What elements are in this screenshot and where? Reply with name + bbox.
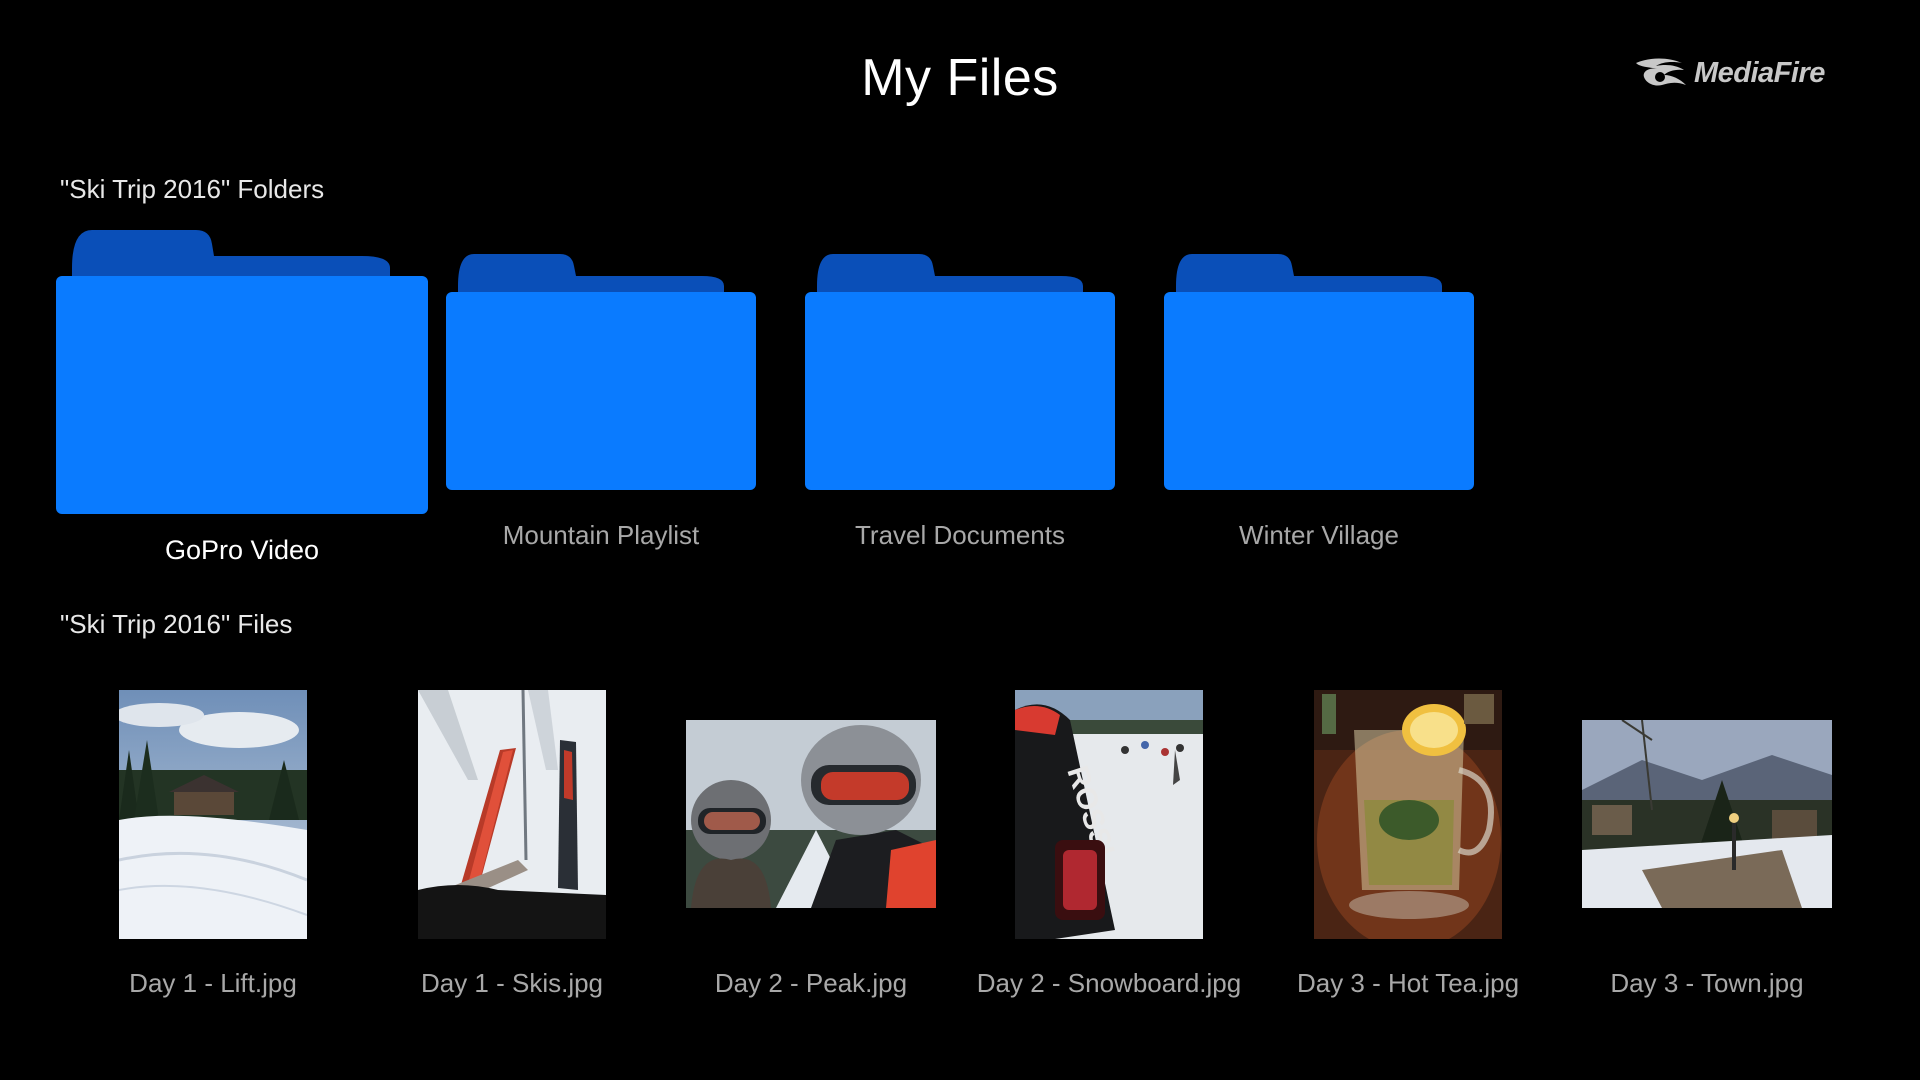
folder-label: Winter Village xyxy=(1239,520,1399,550)
hot-tea-image xyxy=(1314,690,1502,939)
folder-mountain-playlist[interactable] xyxy=(446,252,756,490)
folder-icon xyxy=(1164,254,1474,490)
screen: My Files MediaFire "Ski Trip 2016" Folde… xyxy=(0,0,1920,1080)
town-image xyxy=(1582,720,1832,908)
file-label: Day 1 - Skis.jpg xyxy=(420,968,604,998)
files-heading: "Ski Trip 2016" Files xyxy=(60,609,293,639)
file-thumbnail-day2-peak[interactable] xyxy=(686,720,936,908)
file-thumbnail-day3-town[interactable] xyxy=(1582,720,1832,908)
folder-icon xyxy=(446,254,756,490)
skis-image xyxy=(418,690,606,939)
file-thumbnail-day2-snowboard[interactable]: ROSSI xyxy=(1015,690,1203,939)
snowboard-image: ROSSI xyxy=(1015,690,1203,939)
file-thumbnail-day3-hot-tea[interactable] xyxy=(1314,690,1502,939)
mediafire-logo: MediaFire xyxy=(1632,52,1852,94)
file-thumbnail-day1-lift[interactable] xyxy=(119,690,307,939)
file-label: Day 1 - Lift.jpg xyxy=(129,968,297,998)
folder-gopro-video[interactable] xyxy=(56,228,428,514)
file-label: Day 3 - Hot Tea.jpg xyxy=(1296,968,1520,998)
brand-name: MediaFire xyxy=(1694,56,1825,89)
snow-landscape-image xyxy=(119,690,307,939)
file-label: Day 2 - Snowboard.jpg xyxy=(976,968,1242,998)
folder-icon xyxy=(805,254,1115,490)
folder-label: Travel Documents xyxy=(855,520,1065,550)
file-label: Day 2 - Peak.jpg xyxy=(714,968,908,998)
folder-label: Mountain Playlist xyxy=(502,520,700,550)
flame-icon xyxy=(1636,58,1686,86)
folder-icon xyxy=(56,230,428,514)
file-thumbnail-day1-skis[interactable] xyxy=(418,690,606,939)
selfie-image xyxy=(686,720,936,908)
folder-label: GoPro Video xyxy=(164,535,320,565)
folder-winter-village[interactable] xyxy=(1164,252,1474,490)
folders-heading: "Ski Trip 2016" Folders xyxy=(60,174,325,204)
folder-travel-documents[interactable] xyxy=(805,252,1115,490)
file-label: Day 3 - Town.jpg xyxy=(1610,968,1804,998)
